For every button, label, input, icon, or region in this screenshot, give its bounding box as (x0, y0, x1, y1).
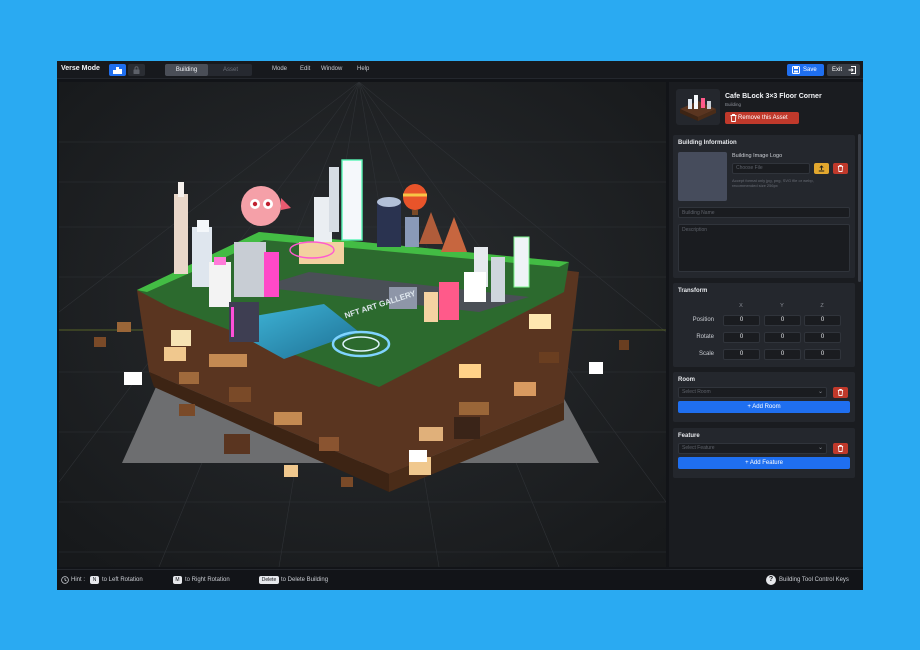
save-button[interactable]: Save (787, 64, 824, 76)
exit-label: Exit (832, 67, 843, 73)
tab-asset[interactable]: Asset (209, 64, 252, 76)
scale-y-input[interactable]: 0 (764, 349, 801, 360)
position-y-input[interactable]: 0 (764, 315, 801, 326)
delete-feature-button[interactable] (833, 443, 848, 454)
menu-mode[interactable]: Mode (272, 66, 287, 72)
hint-left-rotation: to Left Rotation (102, 577, 143, 583)
description-input[interactable]: Description (678, 224, 850, 272)
save-label: Save (803, 67, 817, 73)
building-info-title: Building Information (678, 140, 737, 146)
locked-mode-button[interactable] (128, 64, 145, 76)
trash-icon (837, 389, 844, 396)
scale-z-input[interactable]: 0 (804, 349, 841, 360)
room-title: Room (678, 377, 695, 383)
hint-prefix: Hint : (71, 577, 86, 583)
clock-icon (61, 576, 69, 584)
transform-card: Transform X Y Z Position 0 0 0 Rotate 0 … (673, 283, 855, 367)
upload-icon (818, 165, 825, 172)
column-z: Z (820, 303, 824, 309)
3d-viewport[interactable]: NFT ART GALLERY (59, 82, 666, 567)
building-info-card: Building Information Building Image Logo… (673, 135, 855, 278)
remove-asset-label: Remove this Asset (738, 115, 788, 121)
upload-button[interactable] (814, 163, 829, 174)
delete-logo-button[interactable] (833, 163, 848, 174)
room-card: Room Select Room ⌄ + Add Room (673, 372, 855, 422)
feature-title: Feature (678, 433, 700, 439)
hint-delete-building: to Delete Building (281, 577, 329, 583)
bottom-hint-bar: Hint : N to Left Rotation M to Right Rot… (57, 569, 863, 590)
building-name-input[interactable]: Building Name (678, 207, 850, 218)
rotate-z-input[interactable]: 0 (804, 332, 841, 343)
asset-category: Building (725, 102, 742, 107)
question-icon[interactable]: ? (766, 575, 776, 585)
key-delete: Delete (259, 576, 279, 584)
floppy-icon (792, 66, 800, 74)
mode-segmented-control: Building Asset (165, 64, 252, 76)
trash-icon (837, 165, 844, 172)
position-x-input[interactable]: 0 (723, 315, 760, 326)
position-z-input[interactable]: 0 (804, 315, 841, 326)
asset-title: Cafe BLock 3×3 Floor Corner (725, 93, 822, 100)
file-format-hint: Accept format only jpg, png, SVG file or… (732, 178, 814, 188)
delete-room-button[interactable] (833, 387, 848, 398)
tab-building[interactable]: Building (165, 64, 208, 76)
add-room-button[interactable]: + Add Room (678, 401, 850, 413)
scale-label: Scale (698, 351, 714, 357)
room-select-placeholder: Select Room (682, 389, 711, 395)
app-window: Verse Mode Building Asset Mode Edit Wind… (57, 61, 863, 590)
chevron-down-icon: ⌄ (817, 389, 823, 395)
control-keys-link[interactable]: Building Tool Control Keys (779, 577, 849, 583)
logo-preview (678, 152, 727, 201)
remove-asset-button[interactable]: Remove this Asset (725, 112, 799, 124)
asset-thumbnail (676, 89, 720, 125)
rotate-y-input[interactable]: 0 (764, 332, 801, 343)
room-select[interactable]: Select Room ⌄ (678, 387, 827, 398)
logout-icon (848, 66, 856, 74)
menu-edit[interactable]: Edit (300, 66, 310, 72)
trash-icon (837, 445, 844, 452)
position-label: Position (692, 317, 714, 323)
rotate-x-input[interactable]: 0 (723, 332, 760, 343)
app-title: Verse Mode (61, 65, 100, 72)
file-input[interactable]: Choose File (732, 163, 810, 174)
building-grid-icon (113, 67, 122, 74)
menu-help[interactable]: Help (357, 66, 369, 72)
key-m: M (173, 576, 182, 584)
lock-icon (133, 66, 140, 74)
trash-icon (730, 114, 737, 122)
exit-button[interactable]: Exit (827, 64, 860, 76)
hint-right-rotation: to Right Rotation (185, 577, 230, 583)
panel-scrollbar[interactable] (858, 134, 861, 282)
top-bar: Verse Mode Building Asset Mode Edit Wind… (57, 61, 863, 79)
menu-window[interactable]: Window (321, 66, 342, 72)
feature-select-placeholder: Select Feature (682, 445, 715, 451)
rotate-label: Rotate (696, 334, 714, 340)
scene-canvas[interactable]: NFT ART GALLERY (59, 82, 666, 567)
inspector-panel: Cafe BLock 3×3 Floor Corner Building Rem… (669, 82, 863, 567)
key-n: N (90, 576, 99, 584)
chevron-down-icon: ⌄ (817, 445, 823, 451)
logo-label: Building Image Logo (732, 153, 783, 159)
feature-card: Feature Select Feature ⌄ + Add Feature (673, 428, 855, 478)
column-x: X (739, 303, 743, 309)
building-mode-button[interactable] (109, 64, 126, 76)
feature-select[interactable]: Select Feature ⌄ (678, 443, 827, 454)
add-feature-button[interactable]: + Add Feature (678, 457, 850, 469)
transform-title: Transform (678, 288, 708, 294)
scale-x-input[interactable]: 0 (723, 349, 760, 360)
column-y: Y (780, 303, 784, 309)
